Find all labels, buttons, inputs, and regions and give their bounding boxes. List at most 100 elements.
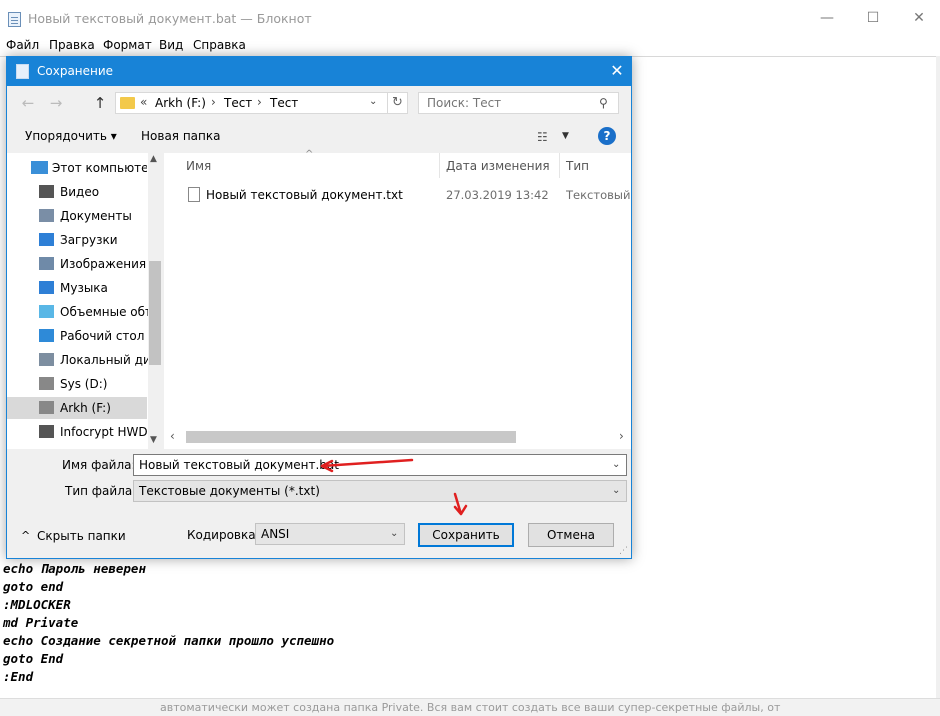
resize-grip-icon[interactable]: ⋰ bbox=[619, 546, 628, 556]
menu-bar: Файл Правка Формат Вид Справка bbox=[0, 36, 940, 56]
menu-file[interactable]: Файл bbox=[6, 38, 39, 52]
save-button[interactable]: Сохранить bbox=[418, 523, 514, 547]
chevron-down-icon[interactable]: ⌄ bbox=[390, 528, 398, 539]
filename-label: Имя файла: bbox=[62, 458, 136, 472]
address-bar[interactable]: « Arkh (F:) › Тест › Тест ⌄ bbox=[115, 92, 388, 114]
folder-icon bbox=[120, 97, 135, 109]
nav-item[interactable]: Загрузки bbox=[7, 229, 147, 251]
nav-item[interactable]: Рабочий стол bbox=[7, 325, 147, 347]
computer-icon bbox=[31, 161, 48, 174]
nav-scrollbar[interactable]: ▲ ▼ bbox=[148, 153, 162, 449]
nav-item[interactable]: Объемные объ bbox=[7, 301, 148, 323]
minimize-button[interactable]: — bbox=[812, 8, 842, 28]
code-line: goto end bbox=[3, 579, 64, 594]
scroll-thumb[interactable] bbox=[149, 261, 161, 365]
chevron-down-icon[interactable]: ▼ bbox=[562, 131, 569, 141]
breadcrumb-arkh[interactable]: Arkh (F:) bbox=[155, 96, 206, 110]
nav-item[interactable]: Видео bbox=[7, 181, 147, 203]
scroll-down-icon[interactable]: ▼ bbox=[150, 435, 157, 445]
video-icon bbox=[39, 185, 54, 198]
search-box[interactable]: ⚲ bbox=[418, 92, 619, 114]
view-options-icon[interactable]: ☷ bbox=[537, 130, 548, 144]
breadcrumb-test-current[interactable]: Тест bbox=[270, 96, 298, 110]
up-arrow-icon[interactable]: ↑ bbox=[91, 94, 109, 112]
hide-folders-label: Скрыть папки bbox=[37, 529, 126, 543]
filetype-value: Текстовые документы (*.txt) bbox=[139, 484, 320, 498]
encoding-select[interactable]: ANSI ⌄ bbox=[255, 523, 405, 545]
scroll-thumb[interactable] bbox=[186, 431, 516, 443]
nav-item-label: Изображения bbox=[60, 257, 147, 271]
help-icon[interactable]: ? bbox=[598, 127, 616, 145]
nav-item[interactable]: Изображения bbox=[7, 253, 147, 275]
scroll-left-icon[interactable]: ‹ bbox=[170, 429, 175, 443]
menu-format[interactable]: Формат bbox=[103, 38, 152, 52]
sort-ascending-icon: ^ bbox=[305, 149, 314, 160]
file-row[interactable]: Новый текстовый документ.txt 27.03.2019 … bbox=[184, 187, 632, 207]
nav-item[interactable]: Локальный дис bbox=[7, 349, 148, 371]
filetype-label: Тип файла: bbox=[65, 484, 137, 498]
nav-item-label: Infocrypt HWDS bbox=[60, 425, 148, 439]
filename-input[interactable] bbox=[139, 458, 599, 472]
drive-icon bbox=[39, 401, 54, 414]
breadcrumb-separator[interactable]: › bbox=[211, 95, 216, 109]
address-overflow[interactable]: « bbox=[140, 95, 147, 109]
nav-item[interactable]: Infocrypt HWDS bbox=[7, 421, 148, 443]
nav-item-label: Рабочий стол bbox=[60, 329, 145, 343]
nav-item-label: Документы bbox=[60, 209, 132, 223]
column-type[interactable]: Тип bbox=[566, 159, 589, 173]
chevron-down-icon[interactable]: ⌄ bbox=[612, 459, 620, 470]
code-line: :End bbox=[3, 669, 34, 684]
menu-view[interactable]: Вид bbox=[159, 38, 183, 52]
chevron-down-icon[interactable]: ⌄ bbox=[612, 485, 620, 496]
drive-icon bbox=[39, 377, 54, 390]
horizontal-scrollbar[interactable]: ‹ › bbox=[164, 427, 631, 445]
forward-arrow-icon[interactable]: → bbox=[47, 94, 65, 112]
new-folder-button[interactable]: Новая папка bbox=[141, 129, 220, 143]
file-name: Новый текстовый документ.txt bbox=[206, 188, 403, 202]
editor-scrollbar[interactable] bbox=[936, 56, 940, 698]
menu-help[interactable]: Справка bbox=[193, 38, 246, 52]
column-name[interactable]: Имя bbox=[186, 159, 211, 173]
chevron-down-icon[interactable]: ⌄ bbox=[369, 96, 377, 107]
chevron-up-icon: ^ bbox=[21, 529, 31, 542]
dialog-close-button[interactable]: ✕ bbox=[607, 61, 627, 81]
breadcrumb-test[interactable]: Тест bbox=[224, 96, 252, 110]
nav-item-label: Загрузки bbox=[60, 233, 118, 247]
nav-item[interactable]: Sys (D:) bbox=[7, 373, 147, 395]
pictures-icon bbox=[39, 257, 54, 270]
organize-button[interactable]: Упорядочить ▾ bbox=[25, 129, 117, 143]
drive-icon bbox=[39, 425, 54, 438]
scroll-up-icon[interactable]: ▲ bbox=[150, 154, 157, 164]
menu-edit[interactable]: Правка bbox=[49, 38, 95, 52]
background-text: автоматически может создана папка Privat… bbox=[160, 701, 781, 714]
filename-combobox[interactable]: ⌄ bbox=[133, 454, 627, 476]
search-icon[interactable]: ⚲ bbox=[599, 96, 608, 110]
maximize-button[interactable]: ☐ bbox=[858, 8, 888, 28]
column-date[interactable]: Дата изменения bbox=[446, 159, 550, 173]
file-date: 27.03.2019 13:42 bbox=[446, 188, 549, 202]
nav-item-label: Объемные объ bbox=[60, 305, 148, 319]
nav-item[interactable]: Документы bbox=[7, 205, 147, 227]
filetype-select[interactable]: Текстовые документы (*.txt) ⌄ bbox=[133, 480, 627, 502]
nav-item[interactable]: Arkh (F:) bbox=[7, 397, 147, 419]
back-arrow-icon[interactable]: ← bbox=[19, 94, 37, 112]
refresh-icon[interactable]: ↻ bbox=[388, 92, 408, 114]
nav-item[interactable]: Музыка bbox=[7, 277, 147, 299]
column-divider[interactable] bbox=[559, 153, 560, 178]
nav-item[interactable]: Этот компьютер bbox=[7, 157, 147, 179]
cancel-button[interactable]: Отмена bbox=[528, 523, 614, 547]
notepad-icon bbox=[16, 64, 29, 79]
close-button[interactable]: ✕ bbox=[904, 8, 934, 28]
nav-item-label: Arkh (F:) bbox=[60, 401, 111, 415]
navigation-pane: Этот компьютер Видео Документы Загрузки Изоб… bbox=[7, 153, 162, 449]
scroll-right-icon[interactable]: › bbox=[619, 429, 624, 443]
column-divider[interactable] bbox=[439, 153, 440, 178]
nav-item-label: Этот компьютер bbox=[52, 161, 147, 175]
search-input[interactable] bbox=[427, 96, 587, 110]
dialog-toolbar: Упорядочить ▾ Новая папка ☷ ▼ ? bbox=[7, 121, 631, 151]
notepad-icon bbox=[8, 12, 21, 27]
documents-icon bbox=[39, 209, 54, 222]
breadcrumb-separator[interactable]: › bbox=[257, 95, 262, 109]
nav-item-label: Видео bbox=[60, 185, 100, 199]
encoding-value: ANSI bbox=[261, 527, 290, 541]
